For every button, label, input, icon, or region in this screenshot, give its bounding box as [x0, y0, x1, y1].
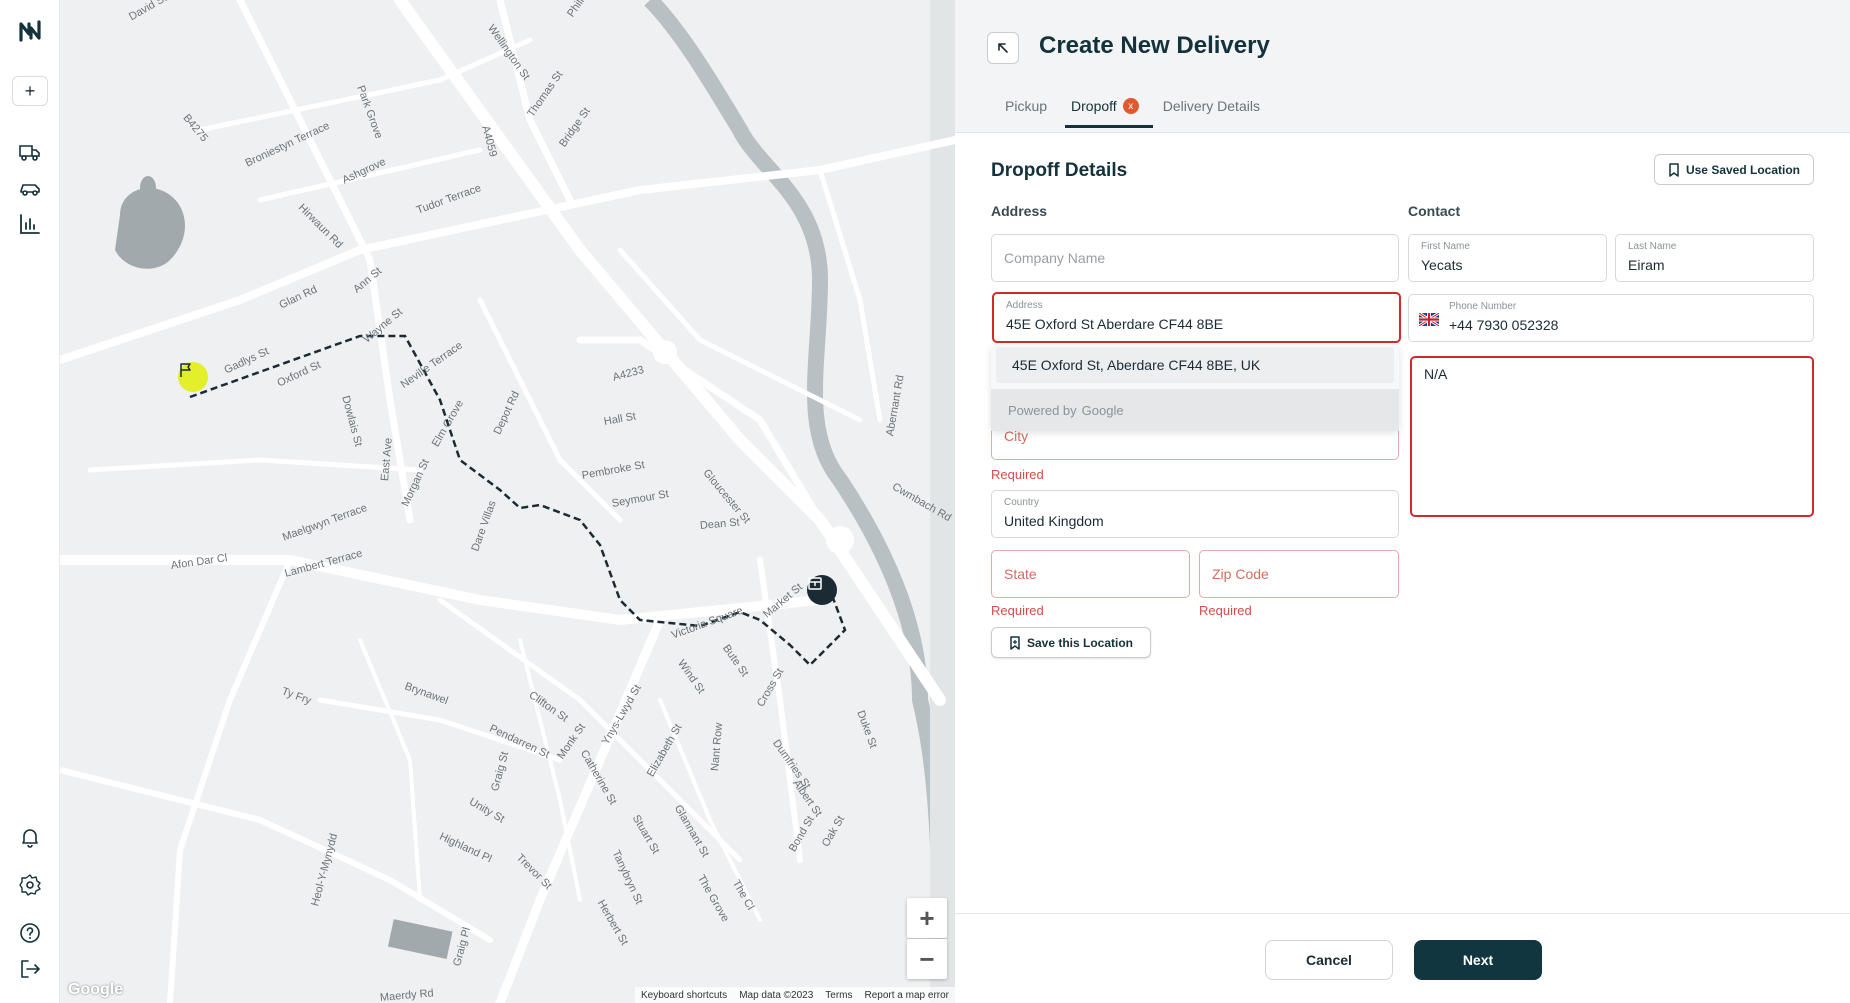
panel-header: Create New Delivery Pickup Dropoff x Del… [955, 0, 1850, 133]
first-name-label: First Name [1421, 241, 1470, 252]
zoom-in-button[interactable]: + [907, 898, 947, 938]
powered-by-text: Powered by [1008, 402, 1077, 418]
report-error-link[interactable]: Report a map error [865, 990, 949, 1001]
settings-icon[interactable] [18, 873, 42, 897]
bookmark-add-icon [1010, 635, 1020, 650]
bell-icon[interactable] [18, 825, 42, 849]
section-title: Dropoff Details [991, 160, 1128, 181]
address-value: 45E Oxford St Aberdare CF44 8BE [1006, 316, 1224, 332]
uk-flag-icon[interactable] [1419, 313, 1439, 326]
nav-rail: + [0, 0, 60, 1003]
logout-icon[interactable] [18, 957, 42, 981]
tab-delivery-details[interactable]: Delivery Details [1163, 96, 1260, 128]
phone-number-value: +44 7930 052328 [1449, 317, 1559, 333]
page-title: Create New Delivery [1039, 32, 1270, 59]
zip-required-text: Required [1199, 603, 1252, 618]
add-button[interactable]: + [12, 76, 48, 106]
tabs: Pickup Dropoff x Delivery Details [1005, 96, 1284, 128]
flag-icon [180, 363, 191, 377]
help-icon[interactable] [18, 921, 42, 945]
car-icon[interactable] [18, 176, 42, 200]
panel-footer: Cancel Next [955, 913, 1850, 1003]
keyboard-shortcuts-link[interactable]: Keyboard shortcuts [641, 990, 727, 1001]
first-name-value: Yecats [1421, 257, 1463, 273]
analytics-icon[interactable] [18, 212, 42, 236]
use-saved-location-button[interactable]: Use Saved Location [1654, 154, 1814, 185]
company-name-field[interactable]: Company Name [991, 234, 1399, 282]
address-section-label: Address [991, 203, 1048, 219]
state-field[interactable]: State [991, 550, 1190, 598]
powered-by-google: Powered by Google [991, 389, 1399, 431]
next-button[interactable]: Next [1414, 940, 1542, 980]
tab-dropoff[interactable]: Dropoff x [1065, 96, 1153, 128]
contact-section-label: Contact [1408, 203, 1461, 219]
back-button[interactable] [987, 32, 1019, 64]
google-logo: Google [1081, 402, 1124, 418]
bookmark-icon [1669, 162, 1679, 177]
package-icon [808, 577, 822, 590]
tab-label: Pickup [1005, 98, 1048, 114]
zoom-out-button[interactable]: − [907, 939, 947, 979]
map-view[interactable]: David St Wellington St Phillip St Thomas… [60, 0, 955, 1003]
address-suggestions: 45E Oxford St, Aberdare CF44 8BE, UK Pow… [991, 345, 1399, 431]
city-required-text: Required [991, 467, 1044, 482]
zip-code-field[interactable]: Zip Code [1199, 550, 1399, 598]
tab-pickup[interactable]: Pickup [1005, 96, 1047, 128]
save-location-button[interactable]: Save this Location [991, 627, 1151, 658]
notes-value: N/A [1424, 366, 1448, 382]
pickup-marker[interactable] [178, 362, 208, 392]
state-required-text: Required [991, 603, 1044, 618]
last-name-label: Last Name [1628, 241, 1677, 252]
first-name-field[interactable]: First Name Yecats [1408, 234, 1607, 282]
company-name-placeholder: Company Name [1004, 250, 1106, 266]
phone-number-label: Phone Number [1449, 301, 1517, 312]
last-name-value: Eiram [1628, 257, 1665, 273]
state-placeholder: State [1004, 566, 1037, 582]
tab-label: Delivery Details [1162, 98, 1260, 114]
map-data-text: Map data ©2023 [739, 989, 814, 1001]
tab-label: Dropoff [1071, 98, 1117, 114]
country-field[interactable]: Country United Kingdom [991, 490, 1399, 538]
phone-number-field[interactable]: Phone Number +44 7930 052328 [1408, 294, 1814, 342]
delivery-panel: Create New Delivery Pickup Dropoff x Del… [955, 0, 1850, 1003]
save-location-label: Save this Location [1026, 635, 1134, 650]
map-streets [60, 0, 955, 1003]
map-footer: Keyboard shortcuts Map data ©2023 Terms … [635, 987, 955, 1003]
cancel-button[interactable]: Cancel [1265, 940, 1393, 980]
google-watermark: Google [68, 981, 124, 998]
use-saved-location-label: Use Saved Location [1685, 162, 1801, 177]
zip-code-placeholder: Zip Code [1212, 566, 1269, 582]
dropoff-marker[interactable] [807, 575, 837, 605]
address-suggestion-item[interactable]: 45E Oxford St, Aberdare CF44 8BE, UK [996, 347, 1394, 383]
last-name-field[interactable]: Last Name Eiram [1615, 234, 1814, 282]
error-icon: x [1122, 98, 1139, 114]
app-logo-icon[interactable] [17, 18, 43, 44]
country-value: United Kingdom [1004, 513, 1104, 529]
address-field-label: Address [1006, 300, 1043, 311]
notes-field[interactable]: N/A [1410, 356, 1814, 517]
terms-link[interactable]: Terms [825, 990, 852, 1001]
truck-icon[interactable] [18, 140, 42, 164]
country-label: Country [1004, 497, 1040, 508]
address-field[interactable]: Address 45E Oxford St Aberdare CF44 8BE [992, 292, 1401, 343]
arrow-up-left-icon [998, 43, 1008, 53]
